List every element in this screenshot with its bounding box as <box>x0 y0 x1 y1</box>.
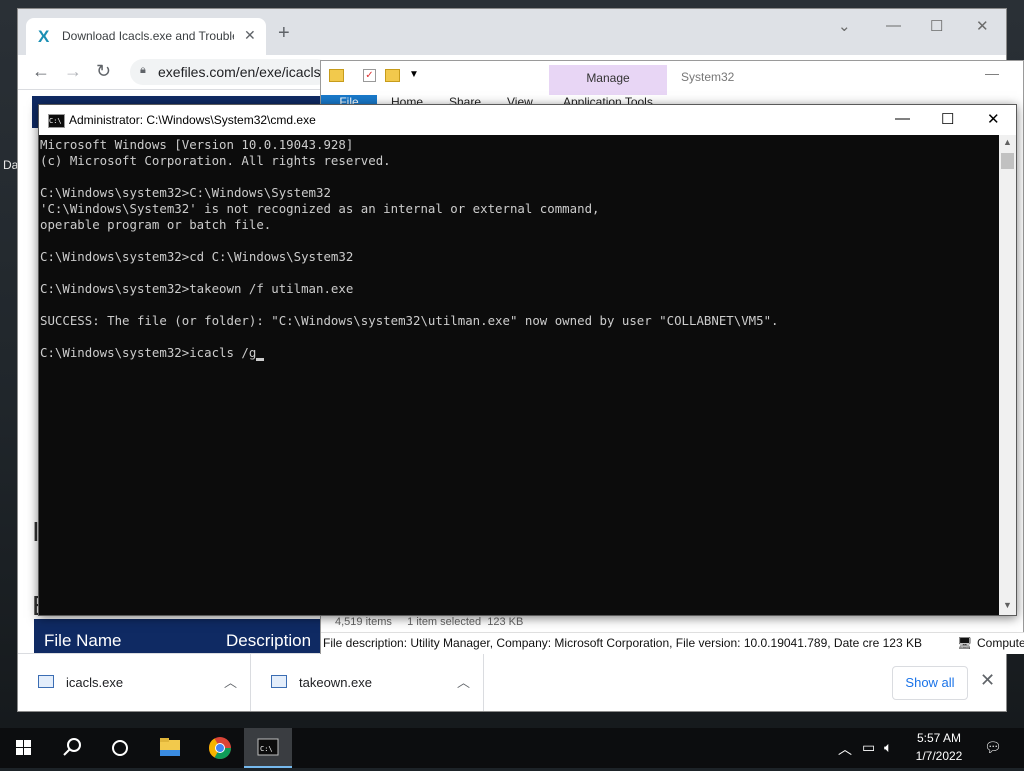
task-view-icon[interactable] <box>96 728 144 768</box>
cmd-taskbar-icon[interactable]: C:\ <box>244 728 292 768</box>
close-shelf-icon[interactable]: ✕ <box>980 670 995 691</box>
cmd-app-icon: C:\ <box>48 114 65 128</box>
windows-start-icon[interactable] <box>0 728 48 768</box>
status-bar: 4,519 items 1 item selected 123 KB <box>321 614 1024 632</box>
scroll-down-icon[interactable]: ▼ <box>1003 600 1012 610</box>
new-tab-icon[interactable]: + <box>278 23 290 43</box>
chevron-up-icon[interactable]: ︿ <box>224 672 237 691</box>
cmd-title-bar[interactable]: C:\ Administrator: C:\Windows\System32\c… <box>39 105 1016 135</box>
console-line: operable program or batch file. <box>40 217 272 232</box>
console-prompt-line: C:\Windows\system32>icacls /g <box>40 345 257 360</box>
download-name: takeown.exe <box>299 675 372 690</box>
manage-tab[interactable]: Manage <box>549 65 667 95</box>
status-text: 4,519 items 1 item selected 123 KB <box>335 616 524 628</box>
cmd-window-title: Administrator: C:\Windows\System32\cmd.e… <box>69 113 316 127</box>
console-output[interactable]: Microsoft Windows [Version 10.0.19043.92… <box>39 135 999 615</box>
text-cursor <box>256 358 265 361</box>
minimize-icon[interactable]: — <box>886 17 901 34</box>
download-name: icacls.exe <box>66 675 124 690</box>
computer-icon: 🖥︎ <box>957 636 973 650</box>
minimize-icon[interactable]: — <box>895 110 910 127</box>
lock-icon: 🔒︎ <box>140 64 146 76</box>
folder-icon[interactable] <box>329 69 344 82</box>
vertical-scrollbar[interactable]: ▲ ▼ <box>999 135 1016 615</box>
console-line: C:\Windows\system32>cd C:\Windows\System… <box>40 249 354 264</box>
close-icon[interactable]: ✕ <box>987 110 1000 128</box>
exe-file-icon <box>38 675 54 688</box>
scroll-up-icon[interactable]: ▲ <box>1003 137 1012 147</box>
reload-icon[interactable]: ↻ <box>96 61 111 82</box>
file-description: File description: Utility Manager, Compa… <box>323 636 922 650</box>
svg-text:C:\: C:\ <box>260 745 273 753</box>
file-explorer-icon[interactable] <box>146 728 194 768</box>
console-line: Microsoft Windows [Version 10.0.19043.92… <box>40 137 354 152</box>
dropdown-arrow-icon[interactable]: ▼ <box>409 69 419 80</box>
exe-file-icon <box>271 675 287 688</box>
console-line: SUCCESS: The file (or folder): "C:\Windo… <box>40 313 779 328</box>
close-icon[interactable]: ✕ <box>976 17 989 35</box>
show-hidden-icons-icon[interactable]: ︿ <box>838 739 852 759</box>
scroll-thumb[interactable] <box>1001 153 1014 169</box>
maximize-icon[interactable]: ☐ <box>941 110 954 128</box>
show-all-button[interactable]: Show all <box>892 666 968 700</box>
details-description: File description: Utility Manager, Compa… <box>321 632 1024 654</box>
tab-title: Download Icacls.exe and Troubleshoot <box>62 29 234 43</box>
new-folder-icon[interactable] <box>385 69 400 82</box>
taskbar: C:\ ︿ ▭ 🔈︎ 5:57 AM 1/7/2022 💬︎ <box>0 728 1024 768</box>
download-shelf: icacls.exe ︿ takeown.exe ︿ Show all ✕ <box>18 653 1006 711</box>
volume-muted-icon[interactable]: 🔈︎ <box>884 739 892 756</box>
properties-icon[interactable]: ✓ <box>363 69 376 82</box>
tab-strip: X Download Icacls.exe and Troubleshoot ✕… <box>18 9 1006 55</box>
console-line: (c) Microsoft Corporation. All rights re… <box>40 153 391 168</box>
tab-close-icon[interactable]: ✕ <box>244 27 256 44</box>
clock-time[interactable]: 5:57 AM <box>900 731 978 745</box>
url-text: exefiles.com/en/exe/icacls <box>158 64 321 80</box>
download-item[interactable]: icacls.exe ︿ <box>18 654 251 711</box>
console-line: C:\Windows\system32>takeown /f utilman.e… <box>40 281 354 296</box>
network-icon[interactable]: ▭ <box>862 739 875 756</box>
column-description[interactable]: Description <box>226 631 311 651</box>
search-icon[interactable] <box>48 728 96 768</box>
clock-date[interactable]: 1/7/2022 <box>900 749 978 763</box>
minimize-icon[interactable]: — <box>985 65 999 81</box>
address-bar[interactable]: 🔒︎ exefiles.com/en/exe/icacls <box>130 59 330 85</box>
nav-computer-label[interactable]: Compute <box>977 633 1024 654</box>
maximize-icon[interactable]: ☐ <box>930 17 943 35</box>
column-file-name[interactable]: File Name <box>44 631 121 651</box>
back-icon[interactable]: ← <box>32 61 50 82</box>
console-text: Microsoft Windows [Version 10.0.19043.92… <box>40 137 779 361</box>
cmd-window: C:\ Administrator: C:\Windows\System32\c… <box>38 104 1017 616</box>
notifications-icon[interactable]: 💬︎ <box>984 739 1002 756</box>
chevron-up-icon[interactable]: ︿ <box>457 672 470 691</box>
favicon-icon: X <box>38 27 50 46</box>
browser-tab[interactable]: X Download Icacls.exe and Troubleshoot ✕ <box>26 18 266 55</box>
tab-search-icon[interactable]: ⌄ <box>838 17 851 35</box>
chrome-icon[interactable] <box>196 728 244 768</box>
console-line: 'C:\Windows\System32' is not recognized … <box>40 201 600 216</box>
desktop-icon-label[interactable]: Da <box>3 158 18 172</box>
forward-icon[interactable]: → <box>64 61 82 82</box>
console-line: C:\Windows\system32>C:\Windows\System32 <box>40 185 331 200</box>
download-item[interactable]: takeown.exe ︿ <box>251 654 484 711</box>
explorer-title: System32 <box>681 70 735 84</box>
